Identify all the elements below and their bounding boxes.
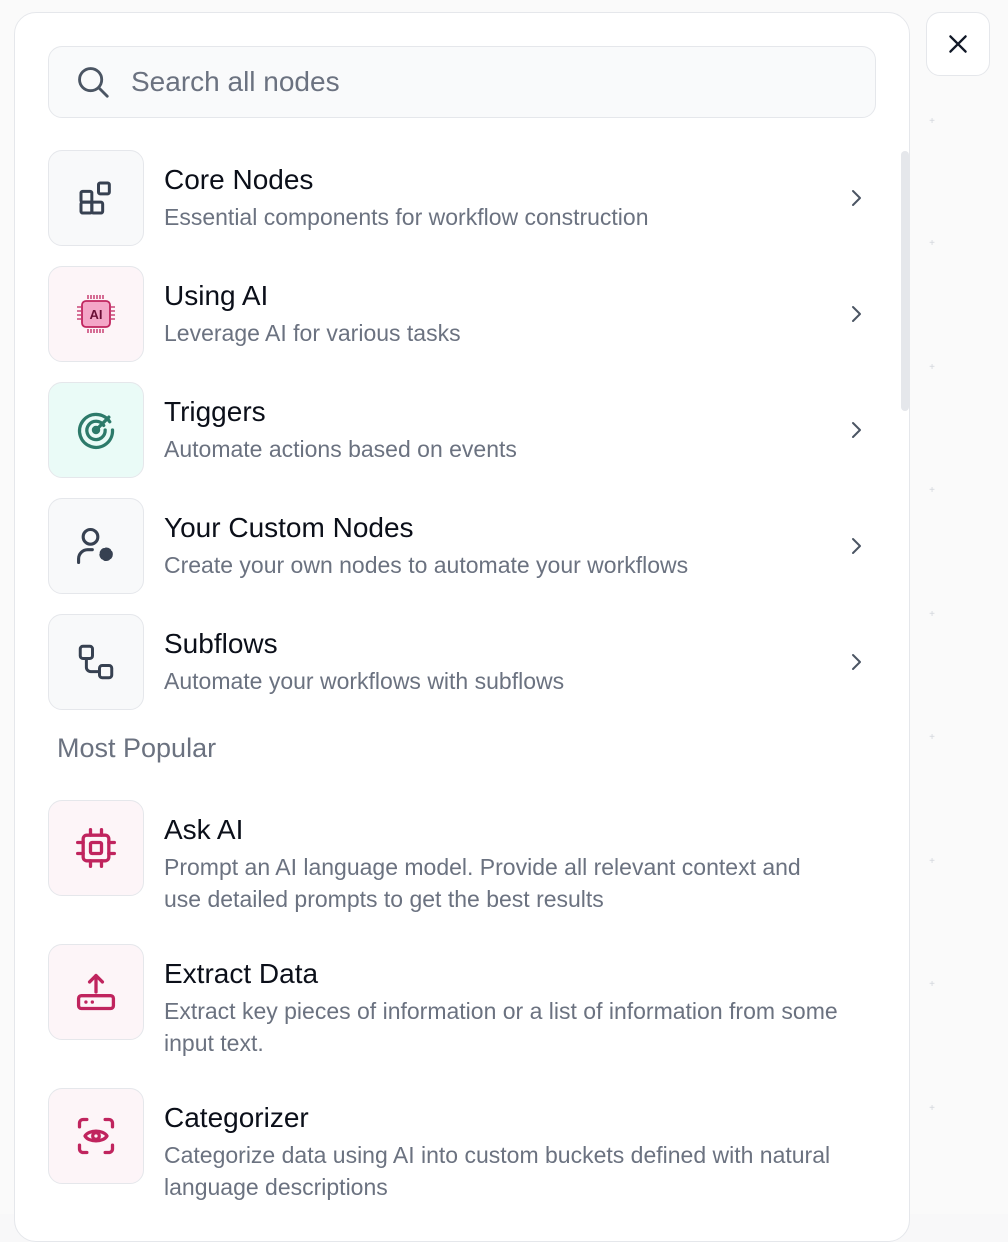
node-ask-ai[interactable]: Ask AI Prompt an AI language model. Prov… [48,800,868,915]
search-input[interactable] [131,66,831,98]
close-button[interactable] [926,12,990,76]
canvas-dot: + [928,611,936,619]
node-description: Extract key pieces of information or a l… [164,995,844,1059]
chevron-right-icon [844,534,868,558]
most-popular-heading: Most Popular [57,733,216,764]
category-title: Using AI [164,279,844,313]
canvas-dot: + [928,981,936,989]
node-title: Ask AI [164,813,844,847]
chevron-right-icon [844,302,868,326]
node-title: Categorizer [164,1101,844,1135]
category-description: Essential components for workflow constr… [164,201,844,233]
category-subflows[interactable]: Subflows Automate your workflows with su… [48,614,868,710]
search-icon [73,62,113,102]
category-description: Leverage AI for various tasks [164,317,844,349]
canvas-dot: + [928,364,936,372]
cpu-icon [48,800,144,896]
canvas-dot: + [928,734,936,742]
canvas-dot: + [928,858,936,866]
grid-blocks-icon [48,150,144,246]
category-triggers[interactable]: Triggers Automate actions based on event… [48,382,868,478]
canvas-dot: + [928,240,936,248]
category-custom-nodes[interactable]: Your Custom Nodes Create your own nodes … [48,498,868,594]
close-icon [945,31,971,57]
chevron-right-icon [844,186,868,210]
subflow-icon [48,614,144,710]
node-picker-panel: Core Nodes Essential components for work… [14,12,910,1242]
node-description: Categorize data using AI into custom buc… [164,1139,844,1203]
search-bar[interactable] [48,46,876,118]
node-title: Extract Data [164,957,844,991]
category-title: Core Nodes [164,163,844,197]
category-description: Automate your workflows with subflows [164,665,844,697]
node-description: Prompt an AI language model. Provide all… [164,851,844,915]
ai-chip-label: AI [90,307,103,322]
node-extract-data[interactable]: Extract Data Extract key pieces of infor… [48,944,868,1059]
canvas-dot: + [928,1105,936,1113]
category-using-ai[interactable]: AI Using AI Leverage AI for various task… [48,266,868,362]
category-core-nodes[interactable]: Core Nodes Essential components for work… [48,150,868,246]
category-description: Create your own nodes to automate your w… [164,549,844,581]
category-title: Triggers [164,395,844,429]
upload-tray-icon [48,944,144,1040]
radar-icon [48,382,144,478]
scrollbar[interactable] [901,151,909,411]
canvas-dot: + [928,118,936,126]
ai-chip-icon: AI [48,266,144,362]
chevron-right-icon [844,650,868,674]
chevron-right-icon [844,418,868,442]
canvas-dot: + [928,487,936,495]
node-categorizer[interactable]: Categorizer Categorize data using AI int… [48,1088,868,1203]
scan-eye-icon [48,1088,144,1184]
category-title: Subflows [164,627,844,661]
user-gear-icon [48,498,144,594]
category-description: Automate actions based on events [164,433,844,465]
category-title: Your Custom Nodes [164,511,844,545]
